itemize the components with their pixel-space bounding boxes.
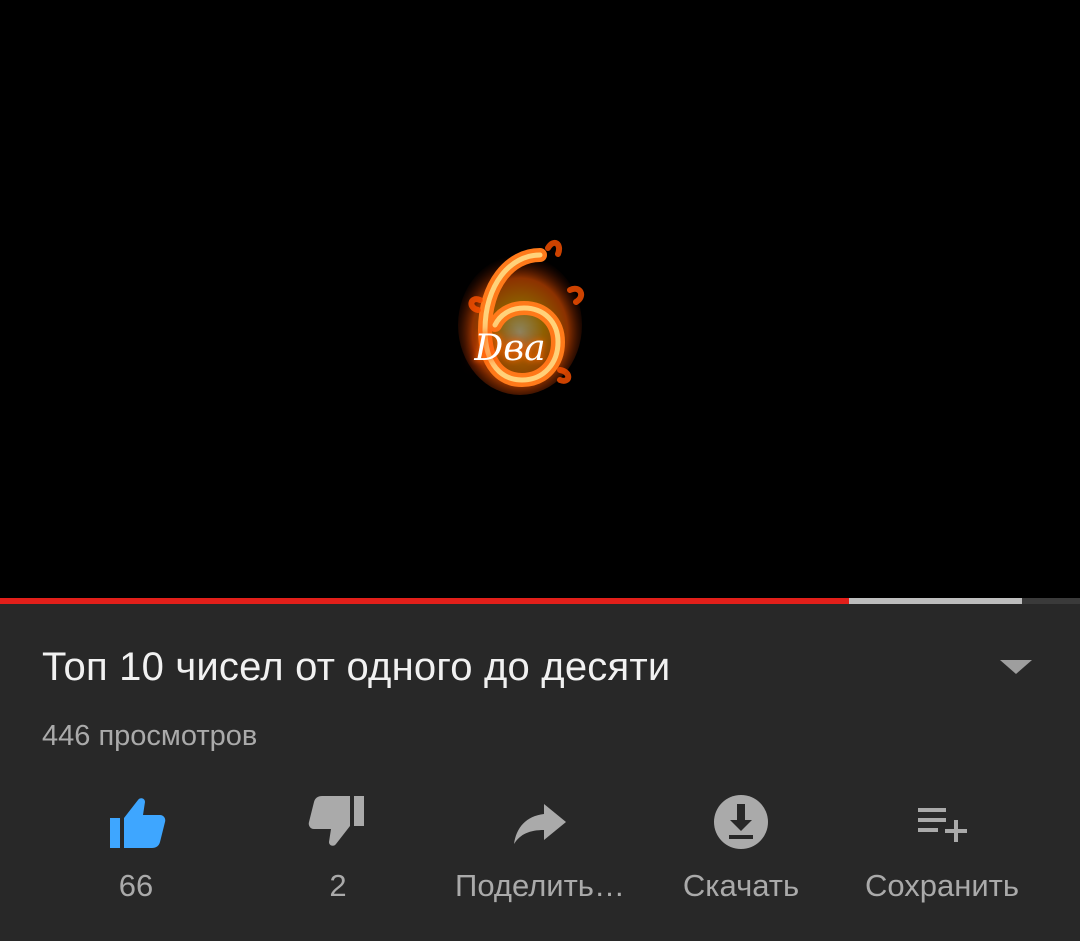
share-button[interactable]: Поделить… [440, 780, 640, 920]
dislike-button[interactable]: 2 [238, 780, 438, 920]
download-label: Скачать [682, 868, 800, 903]
save-button[interactable]: Сохранить [842, 780, 1042, 920]
video-title: Топ 10 чисел от одного до десяти [42, 645, 671, 689]
playlist-add-icon [918, 808, 967, 842]
download-icon [714, 795, 768, 849]
progress-bar[interactable] [0, 598, 1080, 604]
download-button[interactable]: Скачать [641, 780, 841, 920]
dislike-count: 2 [329, 868, 347, 903]
share-label: Поделить… [455, 868, 625, 903]
flaming-six-icon [458, 239, 585, 395]
thumbs-down-icon [308, 796, 364, 846]
save-label: Сохранить [864, 868, 1020, 903]
chevron-down-icon[interactable] [996, 654, 1036, 680]
action-bar: 66 2 Поделить… Скачать Сохранить [0, 780, 1080, 930]
like-count: 66 [118, 868, 154, 903]
like-button[interactable]: 66 [36, 780, 236, 920]
video-player[interactable]: Dва [0, 0, 1080, 598]
share-arrow-icon [514, 804, 566, 844]
thumbnail-caption: Dва [474, 328, 546, 369]
progress-played [0, 598, 849, 604]
thumbs-up-icon [110, 798, 166, 848]
view-count: 446 просмотров [42, 720, 258, 752]
